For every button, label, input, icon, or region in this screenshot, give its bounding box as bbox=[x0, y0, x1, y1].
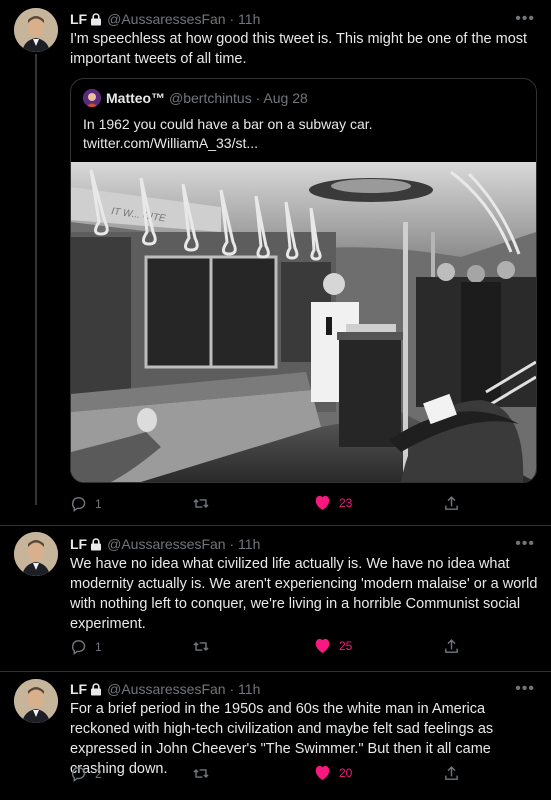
tweet-header: LF @AussaressesFan · 11h bbox=[70, 10, 260, 30]
quote-display-name[interactable]: Matteo™ bbox=[106, 90, 165, 106]
tweet-text: We have no idea what civilized life actu… bbox=[70, 556, 538, 632]
avatar[interactable] bbox=[14, 532, 58, 576]
share-button[interactable] bbox=[443, 765, 460, 782]
timestamp[interactable]: · 11h bbox=[229, 681, 260, 697]
reply-button[interactable]: 1 bbox=[70, 638, 102, 655]
reply-icon bbox=[71, 640, 86, 655]
handle[interactable]: @AussaressesFan bbox=[107, 681, 225, 697]
like-button[interactable]: 20 bbox=[314, 765, 352, 781]
heart-icon bbox=[315, 638, 330, 654]
reply-count: 2 bbox=[95, 766, 102, 781]
reply-icon bbox=[71, 497, 86, 512]
quote-text-line: In 1962 you could have a bar on a subway… bbox=[83, 116, 373, 132]
retweet-icon bbox=[193, 498, 209, 509]
retweet-icon bbox=[193, 768, 209, 779]
reply-icon bbox=[71, 767, 86, 782]
heart-icon bbox=[315, 765, 330, 781]
tweet-3[interactable]: LF @AussaressesFan · 11h ••• For a brief … bbox=[0, 672, 551, 800]
more-icon[interactable]: ••• bbox=[515, 11, 535, 27]
tweet-header: LF @AussaressesFan · 11h bbox=[70, 535, 260, 555]
tweet-1[interactable]: LF @AussaressesFan · 11h ••• I'm speechle… bbox=[0, 0, 551, 512]
tweet-actions: 2 20 bbox=[70, 765, 470, 785]
reply-count: 1 bbox=[95, 639, 102, 654]
lock-icon bbox=[90, 537, 102, 555]
retweet-icon bbox=[193, 641, 209, 652]
retweet-button[interactable] bbox=[192, 638, 218, 655]
retweet-button[interactable] bbox=[192, 765, 218, 782]
handle[interactable]: @AussaressesFan bbox=[107, 536, 225, 552]
quote-text: In 1962 you could have a bar on a subway… bbox=[83, 115, 523, 153]
tweet-text: I'm speechless at how good this tweet is… bbox=[70, 31, 528, 67]
heart-icon bbox=[315, 495, 330, 511]
like-count: 23 bbox=[339, 496, 353, 510]
retweet-button[interactable] bbox=[192, 495, 218, 512]
lock-icon bbox=[90, 682, 102, 700]
avatar[interactable] bbox=[14, 679, 58, 723]
display-name[interactable]: LF bbox=[70, 11, 87, 27]
thread-line bbox=[35, 54, 37, 505]
lock-icon bbox=[90, 12, 102, 30]
quote-link[interactable]: twitter.com/WilliamA_33/st... bbox=[83, 134, 523, 153]
more-icon[interactable]: ••• bbox=[515, 536, 535, 552]
reply-count: 1 bbox=[95, 496, 102, 511]
quote-timestamp[interactable]: · Aug 28 bbox=[256, 90, 308, 106]
display-name[interactable]: LF bbox=[70, 681, 87, 697]
quote-avatar[interactable] bbox=[83, 89, 101, 107]
like-count: 20 bbox=[339, 766, 353, 780]
quoted-tweet[interactable]: Matteo™ @bertchintus · Aug 28 In 1962 yo… bbox=[70, 78, 537, 483]
like-button[interactable]: 25 bbox=[314, 638, 352, 654]
display-name[interactable]: LF bbox=[70, 536, 87, 552]
share-icon bbox=[445, 639, 458, 653]
quote-handle[interactable]: @bertchintus bbox=[169, 90, 252, 106]
quote-header: Matteo™ @bertchintus · Aug 28 bbox=[83, 89, 308, 107]
subway-bar-photo[interactable]: IT W... CITE bbox=[71, 162, 536, 482]
timestamp[interactable]: · 11h bbox=[229, 11, 260, 27]
timestamp[interactable]: · 11h bbox=[229, 536, 260, 552]
handle[interactable]: @AussaressesFan bbox=[107, 11, 225, 27]
reply-button[interactable]: 2 bbox=[70, 765, 102, 782]
share-button[interactable] bbox=[443, 495, 460, 512]
avatar[interactable] bbox=[14, 8, 58, 52]
like-count: 25 bbox=[339, 639, 353, 653]
tweet-actions: 1 23 bbox=[70, 495, 470, 515]
share-button[interactable] bbox=[443, 638, 460, 655]
more-icon[interactable]: ••• bbox=[515, 681, 535, 697]
like-button[interactable]: 23 bbox=[314, 495, 352, 511]
reply-button[interactable]: 1 bbox=[70, 495, 102, 512]
share-icon bbox=[445, 496, 458, 510]
tweet-2[interactable]: LF @AussaressesFan · 11h ••• We have no i… bbox=[0, 526, 551, 671]
share-icon bbox=[445, 766, 458, 780]
tweet-actions: 1 25 bbox=[70, 638, 470, 658]
tweet-header: LF @AussaressesFan · 11h bbox=[70, 680, 260, 700]
